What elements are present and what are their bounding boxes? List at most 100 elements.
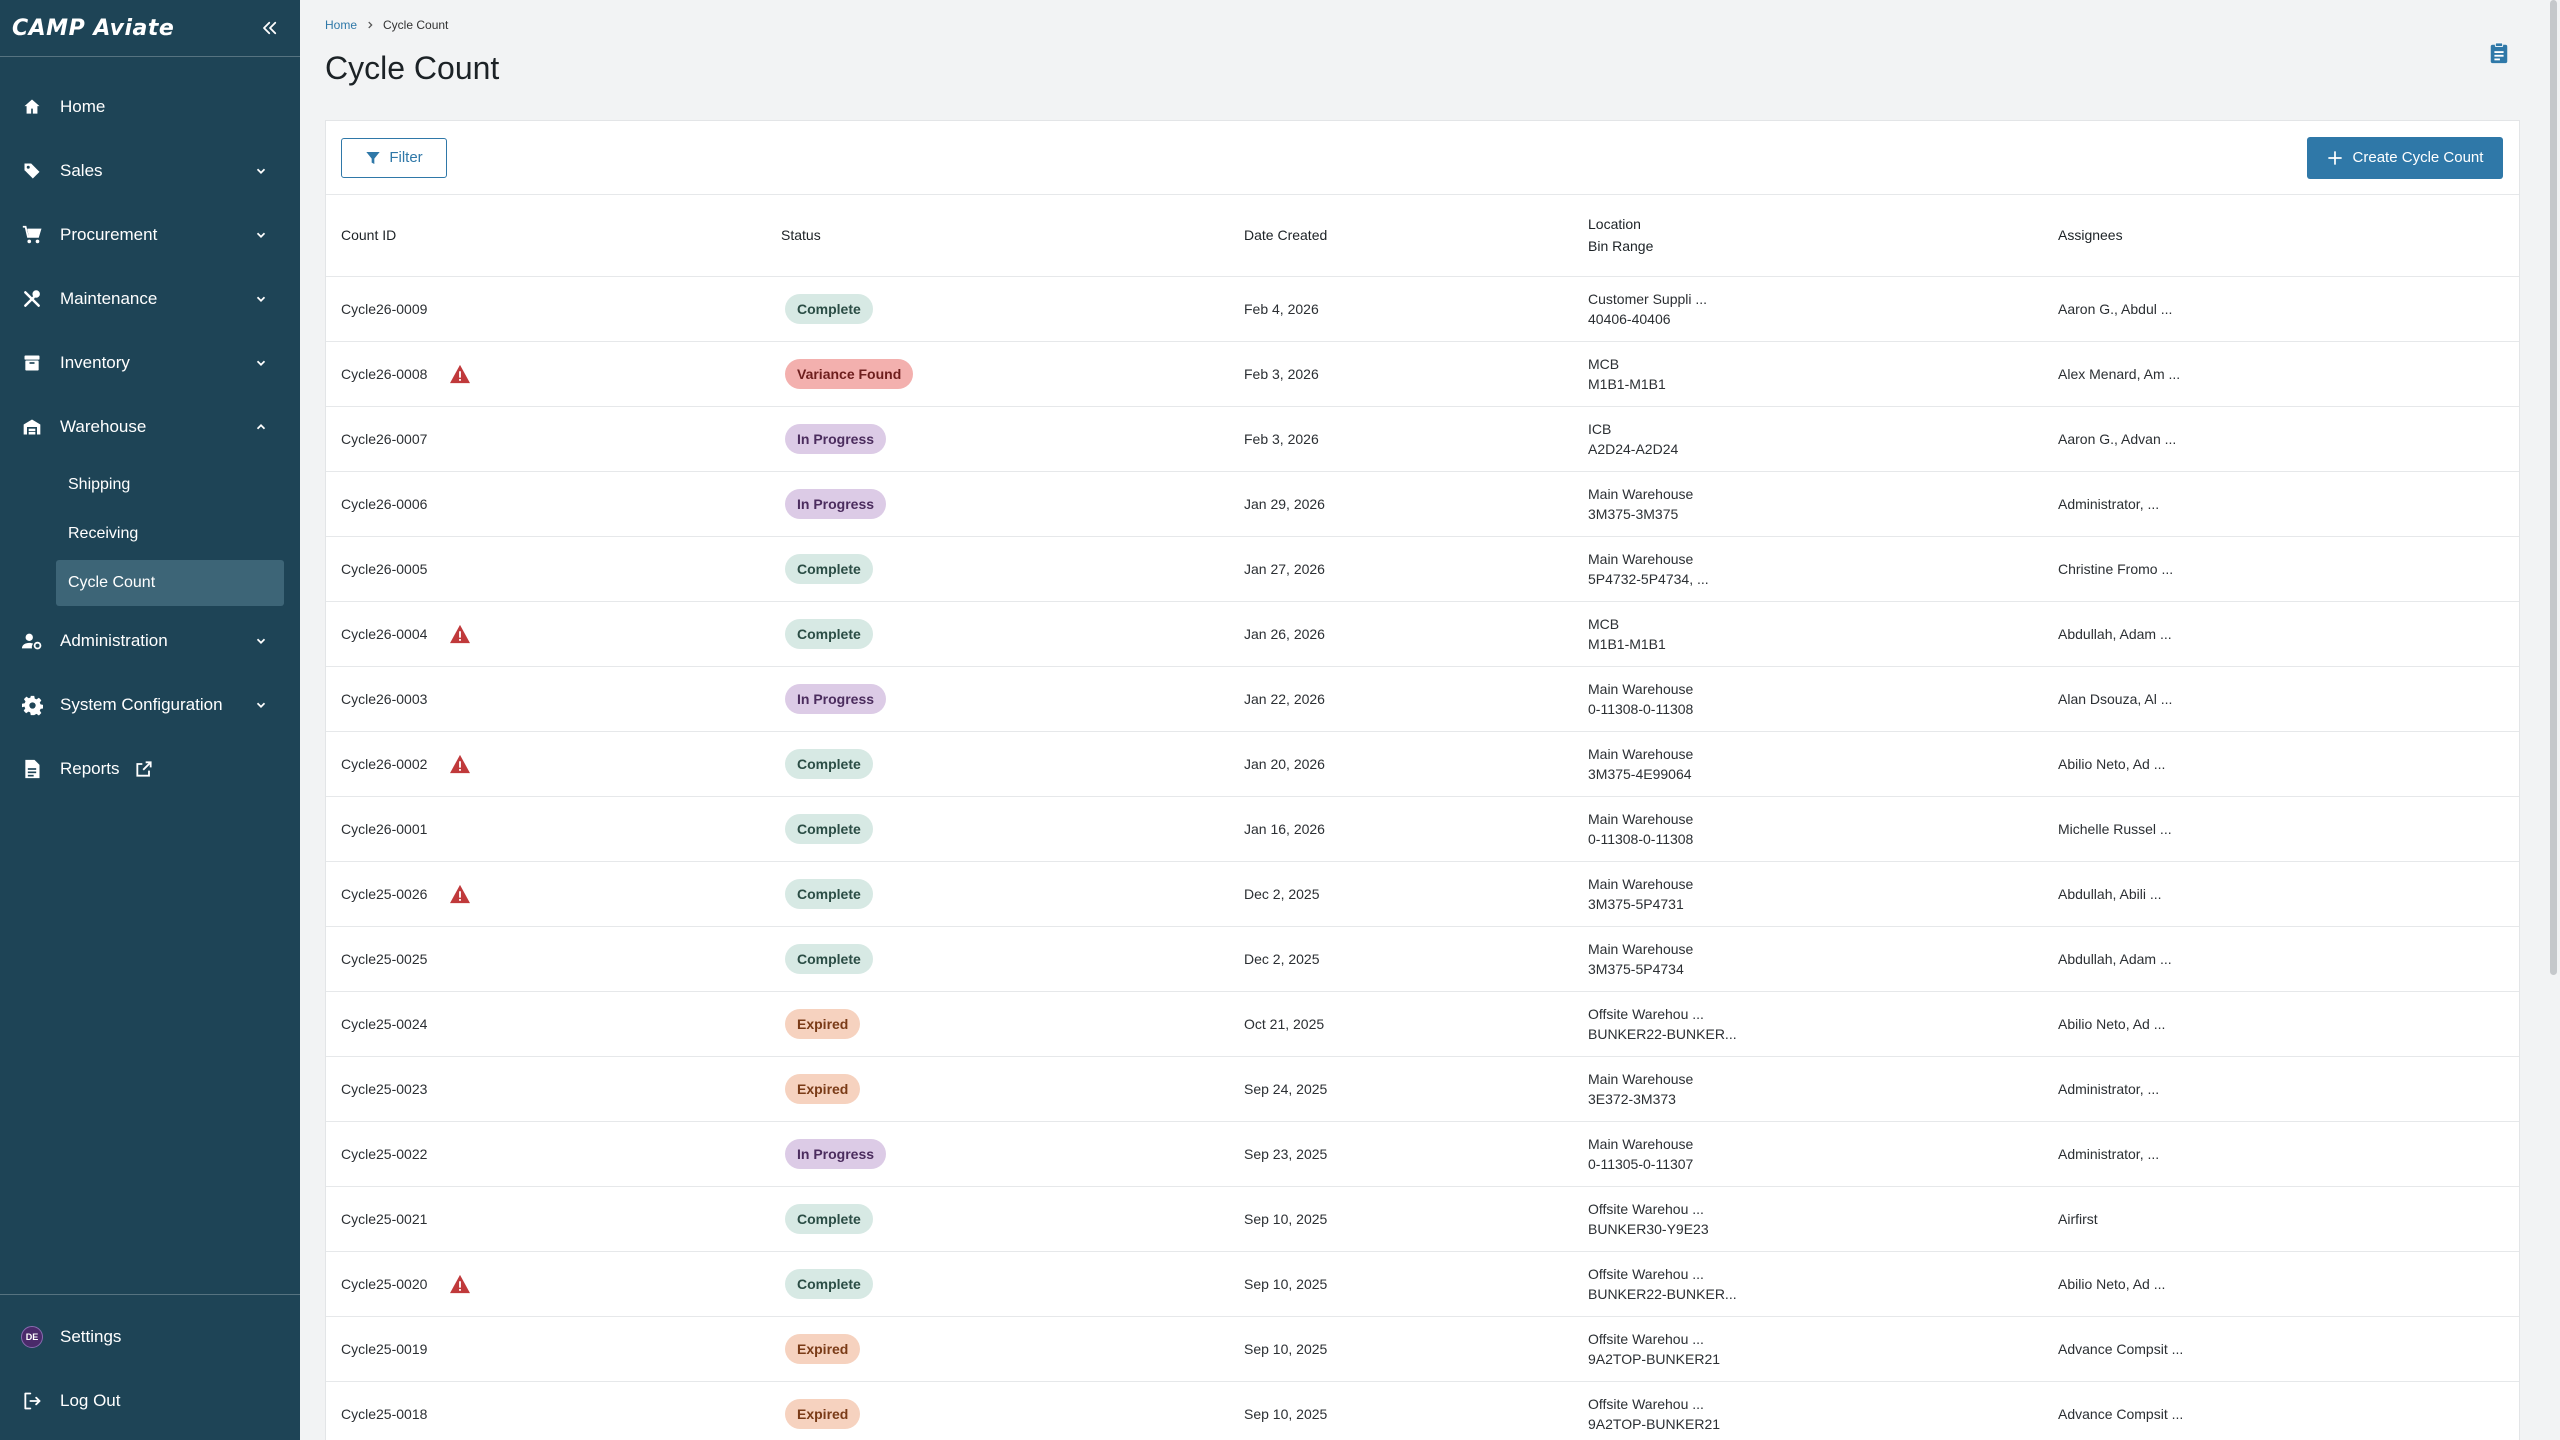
status-badge: Expired [785,1008,861,1039]
bin-range: 9A2TOP-BUNKER21 [1588,1350,1721,1367]
count-id[interactable]: Cycle25-0020 [341,1274,427,1294]
count-id[interactable]: Cycle25-0019 [341,1339,427,1359]
table-row[interactable]: Cycle26-0002 Complete Jan 20, 2026 Main … [326,731,2519,796]
sidebar-subitem-shipping[interactable]: Shipping [56,462,284,508]
count-id[interactable]: Cycle25-0024 [341,1014,427,1034]
sidebar-item-home[interactable]: Home [0,75,300,139]
cycle-count-table: Count ID Status Date Created Location Bi… [326,195,2519,1440]
count-id[interactable]: Cycle26-0006 [341,494,427,514]
location: Main Warehouse [1588,1135,1694,1152]
bin-range: 9A2TOP-BUNKER21 [1588,1415,1721,1432]
admin-icon [20,629,44,653]
location: Offsite Warehou ... [1588,1330,1704,1347]
breadcrumb-home-link[interactable]: Home [325,18,357,32]
sidebar-item-sales[interactable]: Sales [0,139,300,203]
sidebar-item-inventory[interactable]: Inventory [0,331,300,395]
page-scrollbar[interactable] [2546,0,2560,1440]
table-row[interactable]: Cycle25-0022 In Progress Sep 23, 2025 Ma… [326,1121,2519,1186]
header-count-id[interactable]: Count ID [326,195,766,277]
header-assignees[interactable]: Assignees [2043,195,2519,277]
breadcrumb-current: Cycle Count [383,18,449,32]
table-row[interactable]: Cycle25-0021 Complete Sep 10, 2025 Offsi… [326,1186,2519,1251]
scrollbar-thumb[interactable] [2550,0,2557,975]
status-badge: Variance Found [785,358,914,389]
filter-button[interactable]: Filter [341,137,447,178]
assignees: Abdullah, Adam ... [2058,950,2172,967]
bin-range: M1B1-M1B1 [1588,375,1666,392]
table-row[interactable]: Cycle26-0007 In Progress Feb 3, 2026 ICB… [326,406,2519,471]
table-row[interactable]: Cycle25-0026 Complete Dec 2, 2025 Main W… [326,861,2519,926]
table-row[interactable]: Cycle26-0005 Complete Jan 27, 2026 Main … [326,536,2519,601]
table-row[interactable]: Cycle26-0003 In Progress Jan 22, 2026 Ma… [326,666,2519,731]
header-date-created[interactable]: Date Created [1229,195,1573,277]
sidebar-item-procurement[interactable]: Procurement [0,203,300,267]
bin-range: 0-11308-0-11308 [1588,830,1694,847]
table-row[interactable]: Cycle26-0006 In Progress Jan 29, 2026 Ma… [326,471,2519,536]
table-row[interactable]: Cycle25-0019 Expired Sep 10, 2025 Offsit… [326,1316,2519,1381]
date-created: Jan 27, 2026 [1244,560,1325,577]
sidebar-item-logout[interactable]: Log Out [0,1369,300,1433]
count-id[interactable]: Cycle26-0009 [341,299,427,319]
bin-range: M1B1-M1B1 [1588,635,1666,652]
sidebar-item-administration[interactable]: Administration [0,609,300,673]
count-id[interactable]: Cycle26-0004 [341,624,427,644]
table-row[interactable]: Cycle25-0018 Expired Sep 10, 2025 Offsit… [326,1381,2519,1440]
sidebar-item-warehouse[interactable]: Warehouse [0,395,300,459]
count-id[interactable]: Cycle26-0001 [341,819,427,839]
sidebar-item-label: Warehouse [60,417,147,436]
bin-range: 3E372-3M373 [1588,1090,1676,1107]
app-logo[interactable]: CAMP Aviate [12,16,174,41]
location: Main Warehouse [1588,485,1694,502]
location: MCB [1588,355,1620,372]
count-id[interactable]: Cycle25-0022 [341,1144,427,1164]
chevron-up-icon [252,418,270,436]
avatar-initials: DE [21,1326,43,1348]
table-row[interactable]: Cycle25-0020 Complete Sep 10, 2025 Offsi… [326,1251,2519,1316]
sidebar-item-maintenance[interactable]: Maintenance [0,267,300,331]
assignees: Abdullah, Adam ... [2058,625,2172,642]
count-id[interactable]: Cycle25-0021 [341,1209,427,1229]
count-id[interactable]: Cycle25-0026 [341,884,427,904]
table-row[interactable]: Cycle26-0009 Complete Feb 4, 2026 Custom… [326,276,2519,341]
sidebar-subitem-cycle-count[interactable]: Cycle Count [56,560,284,606]
location: Main Warehouse [1588,680,1694,697]
count-id[interactable]: Cycle26-0008 [341,364,427,384]
table-row[interactable]: Cycle26-0004 Complete Jan 26, 2026 MCB M… [326,601,2519,666]
status-badge: Expired [785,1333,861,1364]
gear-icon [20,693,44,717]
date-created: Feb 3, 2026 [1244,430,1319,447]
header-location-bin-range[interactable]: Location Bin Range [1573,195,2043,277]
count-id[interactable]: Cycle25-0023 [341,1079,427,1099]
date-created: Sep 24, 2025 [1244,1080,1328,1097]
table-row[interactable]: Cycle26-0008 Variance Found Feb 3, 2026 … [326,341,2519,406]
sidebar-item-system-configuration[interactable]: System Configuration [0,673,300,737]
chevron-down-icon [252,162,270,180]
table-row[interactable]: Cycle25-0023 Expired Sep 24, 2025 Main W… [326,1056,2519,1121]
warehouse-icon [20,415,44,439]
count-id[interactable]: Cycle25-0018 [341,1404,427,1424]
status-badge: Complete [785,943,873,974]
sidebar-bottom: DE Settings Log Out [0,1294,300,1433]
header-status[interactable]: Status [766,195,1229,277]
status-badge: Complete [785,553,873,584]
count-id[interactable]: Cycle26-0007 [341,429,427,449]
count-id[interactable]: Cycle26-0002 [341,754,427,774]
chevron-down-icon [252,226,270,244]
date-created: Sep 10, 2025 [1244,1210,1328,1227]
status-badge: Expired [785,1398,861,1429]
sidebar-item-settings[interactable]: DE Settings [0,1305,300,1369]
table-row[interactable]: Cycle25-0024 Expired Oct 21, 2025 Offsit… [326,991,2519,1056]
assignees: Alan Dsouza, Al ... [2058,690,2173,707]
table-row[interactable]: Cycle26-0001 Complete Jan 16, 2026 Main … [326,796,2519,861]
collapse-sidebar-button[interactable] [256,14,284,42]
create-cycle-count-button[interactable]: Create Cycle Count [2307,136,2503,179]
notes-button[interactable] [2486,40,2512,66]
sidebar-item-label: Log Out [60,1391,121,1410]
sidebar-subitem-receiving[interactable]: Receiving [56,511,284,557]
assignees: Advance Compsit ... [2058,1405,2184,1422]
table-row[interactable]: Cycle25-0025 Complete Dec 2, 2025 Main W… [326,926,2519,991]
count-id[interactable]: Cycle25-0025 [341,949,427,969]
count-id[interactable]: Cycle26-0005 [341,559,427,579]
count-id[interactable]: Cycle26-0003 [341,689,427,709]
sidebar-item-reports[interactable]: Reports [0,737,300,801]
